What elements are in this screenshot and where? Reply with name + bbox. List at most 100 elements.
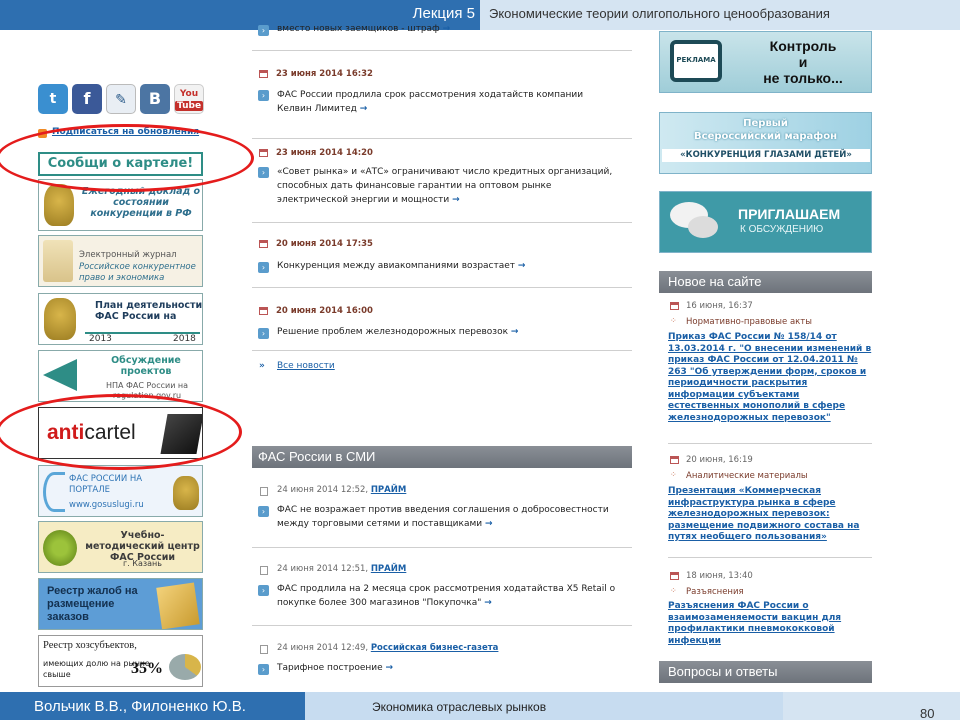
news-item[interactable]: Конкуренция между авиакомпаниями возраст… <box>277 259 617 273</box>
new-item-link[interactable]: Презентация «Коммерческая инфраструктура… <box>668 486 873 544</box>
new-item-link[interactable]: Разъяснения ФАС России о взаимозаменяемо… <box>668 601 873 647</box>
document-icon <box>260 645 268 654</box>
new-item-category[interactable]: Разъяснения <box>686 587 744 597</box>
media-heading: ФАС России в СМИ <box>252 446 632 468</box>
lecture-number: Лекция 5 <box>412 5 475 22</box>
complaints-registry-banner[interactable]: Реестр жалоб на размещение заказов <box>38 578 203 630</box>
arrow-icon: › <box>258 328 269 339</box>
tag-icon: ⁘ <box>670 586 677 595</box>
center-city: г. Казань <box>123 559 162 568</box>
lecture-title: Экономические теории олигопольного ценоо… <box>489 6 830 21</box>
media-item[interactable]: ФАС продлила на 2 месяца срок рассмотрен… <box>277 582 617 610</box>
invite-banner[interactable]: ПРИГЛАШАЕМ К ОБСУЖДЕНИЮ <box>659 191 872 253</box>
qa-heading: Вопросы и ответы <box>659 661 872 683</box>
plan-title: План деятельности ФАС России на <box>95 300 203 322</box>
media-source-link[interactable]: Российская бизнес-газета <box>371 643 499 653</box>
new-item-link[interactable]: Приказ ФАС России № 158/14 от 13.03.2014… <box>668 332 873 424</box>
annotation-ellipse <box>0 124 254 192</box>
separator <box>252 138 632 139</box>
vkontakte-icon[interactable]: B <box>140 84 170 114</box>
arrow-icon: › <box>258 90 269 101</box>
news-date: 23 июня 2014 16:32 <box>276 69 373 79</box>
arrow-icon: › <box>258 25 269 36</box>
marathon-line3: «КОНКУРЕНЦИЯ ГЛАЗАМИ ДЕТЕЙ» <box>662 149 870 162</box>
media-item-meta: 24 июня 2014 12:51, ПРАЙМ <box>277 564 407 574</box>
separator <box>252 625 632 626</box>
media-item-meta: 24 июня 2014 12:52, ПРАЙМ <box>277 485 407 495</box>
arrow-icon: › <box>258 262 269 273</box>
eagle-emblem-icon <box>44 298 76 340</box>
media-item[interactable]: Тарифное построение → <box>277 661 617 675</box>
livejournal-icon[interactable]: ✎ <box>106 84 136 114</box>
arrow-icon: › <box>258 167 269 178</box>
separator <box>252 222 632 223</box>
youtube-icon[interactable]: You Tube <box>174 84 204 114</box>
footer-course: Экономика отраслевых рынков <box>372 700 547 714</box>
news-item[interactable]: Решение проблем железнодорожных перевозо… <box>277 325 617 339</box>
complaints-registry-label: Реестр жалоб на размещение заказов <box>47 585 138 623</box>
news-date: 20 июня 2014 17:35 <box>276 239 373 249</box>
news-date: 20 июня 2014 16:00 <box>276 306 373 316</box>
separator <box>252 287 632 288</box>
footer-authors: Вольчик В.В., Филоненко Ю.В. <box>34 698 246 715</box>
entities-registry-label: Реестр хозсубъектов, <box>43 640 137 651</box>
plan-banner[interactable]: План деятельности ФАС России на 2013 201… <box>38 293 203 345</box>
facebook-icon[interactable]: f <box>72 84 102 114</box>
separator <box>252 50 632 51</box>
entities-registry-banner[interactable]: Реестр хозсубъектов, имеющих долю на рын… <box>38 635 203 687</box>
folder-icon <box>156 582 200 629</box>
tag-icon: ⁘ <box>670 316 677 325</box>
chat-bubble-icon <box>688 216 718 238</box>
news-date: 23 июня 2014 14:20 <box>276 148 373 158</box>
new-item-category[interactable]: Нормативно-правовые акты <box>686 317 812 327</box>
tag-icon: ⁘ <box>670 470 677 479</box>
marathon-line2: Всероссийский марафон <box>694 131 837 142</box>
entities-registry-pct: 35% <box>131 660 163 677</box>
separator <box>668 443 872 444</box>
all-news-link[interactable]: Все новости <box>277 361 335 371</box>
separator <box>668 557 872 558</box>
control-banner[interactable]: РЕКЛАМА Контроль и не только... <box>659 31 872 93</box>
pie-icon <box>169 654 201 680</box>
new-item-date: 16 июня, 16:37 <box>686 301 753 311</box>
new-item-category[interactable]: Аналитические материалы <box>686 471 808 481</box>
megaphone-icon <box>43 359 77 391</box>
portal-label: ФАС РОССИИ НА ПОРТАЛЕ <box>69 474 143 495</box>
calendar-icon <box>670 302 679 310</box>
arrow-icon: › <box>258 664 269 675</box>
calendar-icon <box>259 307 268 315</box>
news-top-text[interactable]: вместо новых заемщиков - штраф → <box>277 22 450 36</box>
portal-url: www.gosuslugi.ru <box>69 500 144 510</box>
discussion-label: Обсуждение проектов <box>111 355 181 377</box>
invite-line1: ПРИГЛАШАЕМ <box>738 206 841 222</box>
separator <box>252 350 632 351</box>
eagle-emblem-icon <box>44 184 74 226</box>
portal-banner[interactable]: ФАС РОССИИ НА ПОРТАЛЕ www.gosuslugi.ru <box>38 465 203 517</box>
journal-line2: Российское конкурентное право и экономик… <box>79 262 196 283</box>
annotation-ellipse <box>0 394 242 470</box>
news-item[interactable]: ФАС России продлила срок рассмотрения хо… <box>277 88 617 116</box>
tv-icon: РЕКЛАМА <box>670 40 722 82</box>
center-banner[interactable]: Учебно-методический центр ФАС России г. … <box>38 521 203 573</box>
new-item-date: 18 июня, 13:40 <box>686 571 753 581</box>
control-line1: Контроль <box>769 38 837 54</box>
tv-label: РЕКЛАМА <box>676 56 716 64</box>
portal-swoosh-icon <box>43 472 65 512</box>
tree-icon <box>43 530 77 566</box>
scroll-icon <box>43 240 73 282</box>
marathon-line1: Первый <box>743 118 788 129</box>
marathon-banner[interactable]: Первый Всероссийский марафон «КОНКУРЕНЦИ… <box>659 112 872 174</box>
arrow-icon: › <box>258 506 269 517</box>
journal-line1: Электронный журнал <box>79 250 177 260</box>
separator <box>252 547 632 548</box>
media-source-link[interactable]: ПРАЙМ <box>371 564 407 574</box>
plan-year-to: 2018 <box>173 334 196 344</box>
media-item[interactable]: ФАС не возражает против введения соглаше… <box>277 503 617 531</box>
news-item[interactable]: «Совет рынка» и «АТС» ограничивают число… <box>277 165 617 207</box>
media-source-link[interactable]: ПРАЙМ <box>371 485 407 495</box>
twitter-icon[interactable]: t <box>38 84 68 114</box>
document-icon <box>260 566 268 575</box>
document-icon <box>260 487 268 496</box>
calendar-icon <box>259 70 268 78</box>
journal-banner[interactable]: Электронный журнал Российское конкурентн… <box>38 235 203 287</box>
